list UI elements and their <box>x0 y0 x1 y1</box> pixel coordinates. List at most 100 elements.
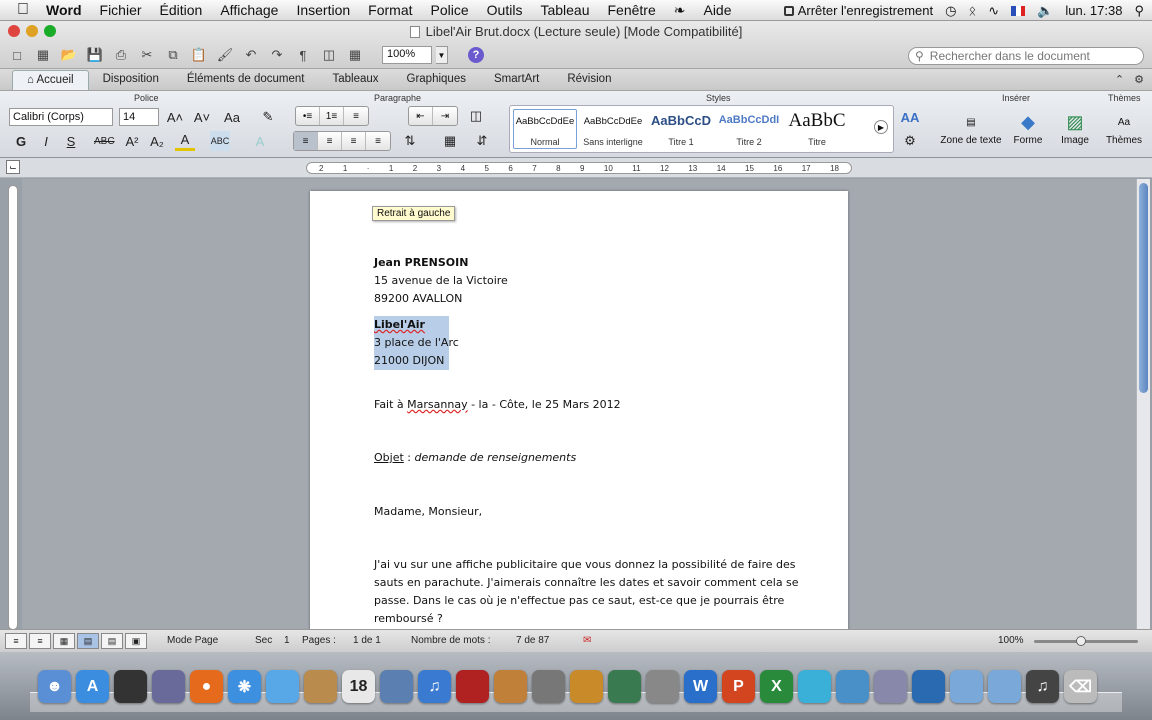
menu-aide[interactable]: Aide <box>703 2 731 18</box>
help-icon[interactable]: ? <box>468 47 484 63</box>
copy-icon[interactable]: ⧉ <box>162 45 184 65</box>
trash-icon[interactable]: ⌫ <box>1064 670 1097 703</box>
tab-accueil[interactable]: ⌂ Accueil <box>12 70 89 90</box>
tab-disposition[interactable]: Disposition <box>89 70 173 90</box>
iphoto-library-icon[interactable] <box>494 670 527 703</box>
outline-view-icon[interactable]: ≡ <box>29 633 51 649</box>
spelling-status-icon[interactable]: ✉ <box>583 635 591 646</box>
menu-fenetre[interactable]: Fenêtre <box>608 2 656 18</box>
publishing-view-icon[interactable]: ▦ <box>53 633 75 649</box>
vertical-ruler[interactable] <box>8 185 18 630</box>
paste-icon[interactable]: 📋 <box>188 45 210 65</box>
format-painter-icon[interactable]: 🖌 <box>214 45 236 65</box>
menu-app-word[interactable]: Word <box>46 2 82 18</box>
sort-icon[interactable]: ⇵ <box>472 131 492 151</box>
multilevel-list-icon[interactable]: ≡ <box>344 107 368 125</box>
applications-folder-icon[interactable] <box>950 670 983 703</box>
draft-view-icon[interactable]: ≡ <box>5 633 27 649</box>
align-left-icon[interactable]: ≡ <box>294 132 318 150</box>
menu-edition[interactable]: Édition <box>160 2 203 18</box>
decrease-indent-icon[interactable]: ⇤ <box>409 107 433 125</box>
new-document-icon[interactable]: □ <box>6 45 28 65</box>
print-layout-view-icon[interactable]: ▤ <box>77 633 99 649</box>
line-spacing-icon[interactable]: ⇅ <box>400 131 420 151</box>
menu-fichier[interactable]: Fichier <box>100 2 142 18</box>
documents-folder-icon[interactable] <box>988 670 1021 703</box>
themes-button[interactable]: Aa Thèmes <box>1094 109 1152 147</box>
spotlight-icon[interactable]: ⚲ <box>1134 3 1144 19</box>
time-machine-icon[interactable] <box>608 670 641 703</box>
address-book-icon[interactable] <box>304 670 337 703</box>
increase-indent-icon[interactable]: ⇥ <box>433 107 457 125</box>
wifi-icon[interactable]: ∿ <box>988 3 999 19</box>
ichat-icon[interactable] <box>266 670 299 703</box>
menu-insertion[interactable]: Insertion <box>296 2 350 18</box>
stop-recording-item[interactable]: Arrêter l'enregistrement <box>783 3 933 18</box>
messenger-icon[interactable] <box>798 670 831 703</box>
media-browser-icon[interactable]: ▦ <box>344 45 366 65</box>
insert-text-box[interactable]: ▤ Zone de texte <box>940 109 1002 147</box>
styles-next-icon[interactable]: ▶ <box>874 120 888 134</box>
excel-icon[interactable]: X <box>760 670 793 703</box>
templates-icon[interactable]: ▦ <box>32 45 54 65</box>
save-icon[interactable]: 💾 <box>84 45 106 65</box>
grow-font-icon[interactable]: A˄ <box>165 107 185 127</box>
photo-booth-icon[interactable] <box>456 670 489 703</box>
text-effects-icon[interactable]: A <box>250 131 270 151</box>
cut-icon[interactable]: ✂ <box>136 45 158 65</box>
undo-icon[interactable]: ↶ <box>240 45 262 65</box>
numbering-icon[interactable]: 1≡ <box>320 107 344 125</box>
full-screen-view-icon[interactable]: ▣ <box>125 633 147 649</box>
align-right-icon[interactable]: ≡ <box>342 132 366 150</box>
font-color-icon[interactable]: A <box>175 131 195 151</box>
style-titre-1[interactable]: AaBbCcD Titre 1 <box>649 109 713 149</box>
columns-icon[interactable]: ◫ <box>466 106 486 126</box>
justify-icon[interactable]: ≡ <box>366 132 390 150</box>
align-center-icon[interactable]: ≡ <box>318 132 342 150</box>
font-name-field[interactable]: Calibri (Corps) <box>9 108 113 126</box>
notebook-view-icon[interactable]: ▤ <box>101 633 123 649</box>
tab-elements-de-document[interactable]: Éléments de document <box>173 70 319 90</box>
tab-revision[interactable]: Révision <box>553 70 625 90</box>
redo-icon[interactable]: ↷ <box>266 45 288 65</box>
horizontal-ruler[interactable]: 2 1 · 1 2 3 4 5 6 7 8 9 10 11 12 13 14 15 16 17 18 <box>306 162 852 174</box>
style-titre[interactable]: AaBbC Titre <box>785 109 849 149</box>
menu-police[interactable]: Police <box>431 2 469 18</box>
finder-icon[interactable]: ☻ <box>38 670 71 703</box>
zoom-field[interactable]: 100% <box>382 46 432 64</box>
tab-smartart[interactable]: SmartArt <box>480 70 553 90</box>
styles-pane-icon[interactable]: AA <box>900 107 920 127</box>
time-machine-icon[interactable]: ◷ <box>945 3 956 19</box>
borders-icon[interactable]: ▦ <box>440 131 460 151</box>
clear-formatting-icon[interactable]: ✎ <box>258 107 278 127</box>
style-normal[interactable]: AaBbCcDdEe Normal <box>513 109 577 149</box>
open-icon[interactable]: 📂 <box>58 45 80 65</box>
tab-graphiques[interactable]: Graphiques <box>393 70 480 90</box>
tab-tableaux[interactable]: Tableaux <box>318 70 392 90</box>
print-icon[interactable]: ⎙ <box>110 45 132 65</box>
music-icon[interactable]: ♫ <box>1026 670 1059 703</box>
volume-icon[interactable]: 🔈 <box>1037 3 1053 19</box>
vertical-scrollbar[interactable] <box>1136 179 1150 629</box>
garageband-icon[interactable] <box>570 670 603 703</box>
menu-format[interactable]: Format <box>368 2 412 18</box>
menu-affichage[interactable]: Affichage <box>220 2 278 18</box>
system-preferences-icon[interactable] <box>646 670 679 703</box>
highlight-icon[interactable]: ABC <box>210 131 230 151</box>
ribbon-settings-icon[interactable]: ⚙ <box>1134 73 1144 86</box>
preview-icon[interactable] <box>152 670 185 703</box>
network-icon[interactable] <box>836 670 869 703</box>
shrink-font-icon[interactable]: A˅ <box>192 107 212 127</box>
menu-tableau[interactable]: Tableau <box>540 2 589 18</box>
preview2-icon[interactable] <box>874 670 907 703</box>
style-sans-interligne[interactable]: AaBbCcDdEe Sans interligne <box>581 109 645 149</box>
safari-icon[interactable]: ❋ <box>228 670 261 703</box>
scrollbar-thumb[interactable] <box>1139 183 1148 393</box>
font-size-field[interactable]: 14 <box>119 108 159 126</box>
iphoto-icon[interactable] <box>380 670 413 703</box>
zoom-slider[interactable] <box>1034 636 1138 646</box>
zoom-dropdown-icon[interactable]: ▼ <box>436 46 448 64</box>
firefox-icon[interactable]: ● <box>190 670 223 703</box>
bullets-icon[interactable]: •≡ <box>296 107 320 125</box>
quicktime-icon[interactable] <box>912 670 945 703</box>
